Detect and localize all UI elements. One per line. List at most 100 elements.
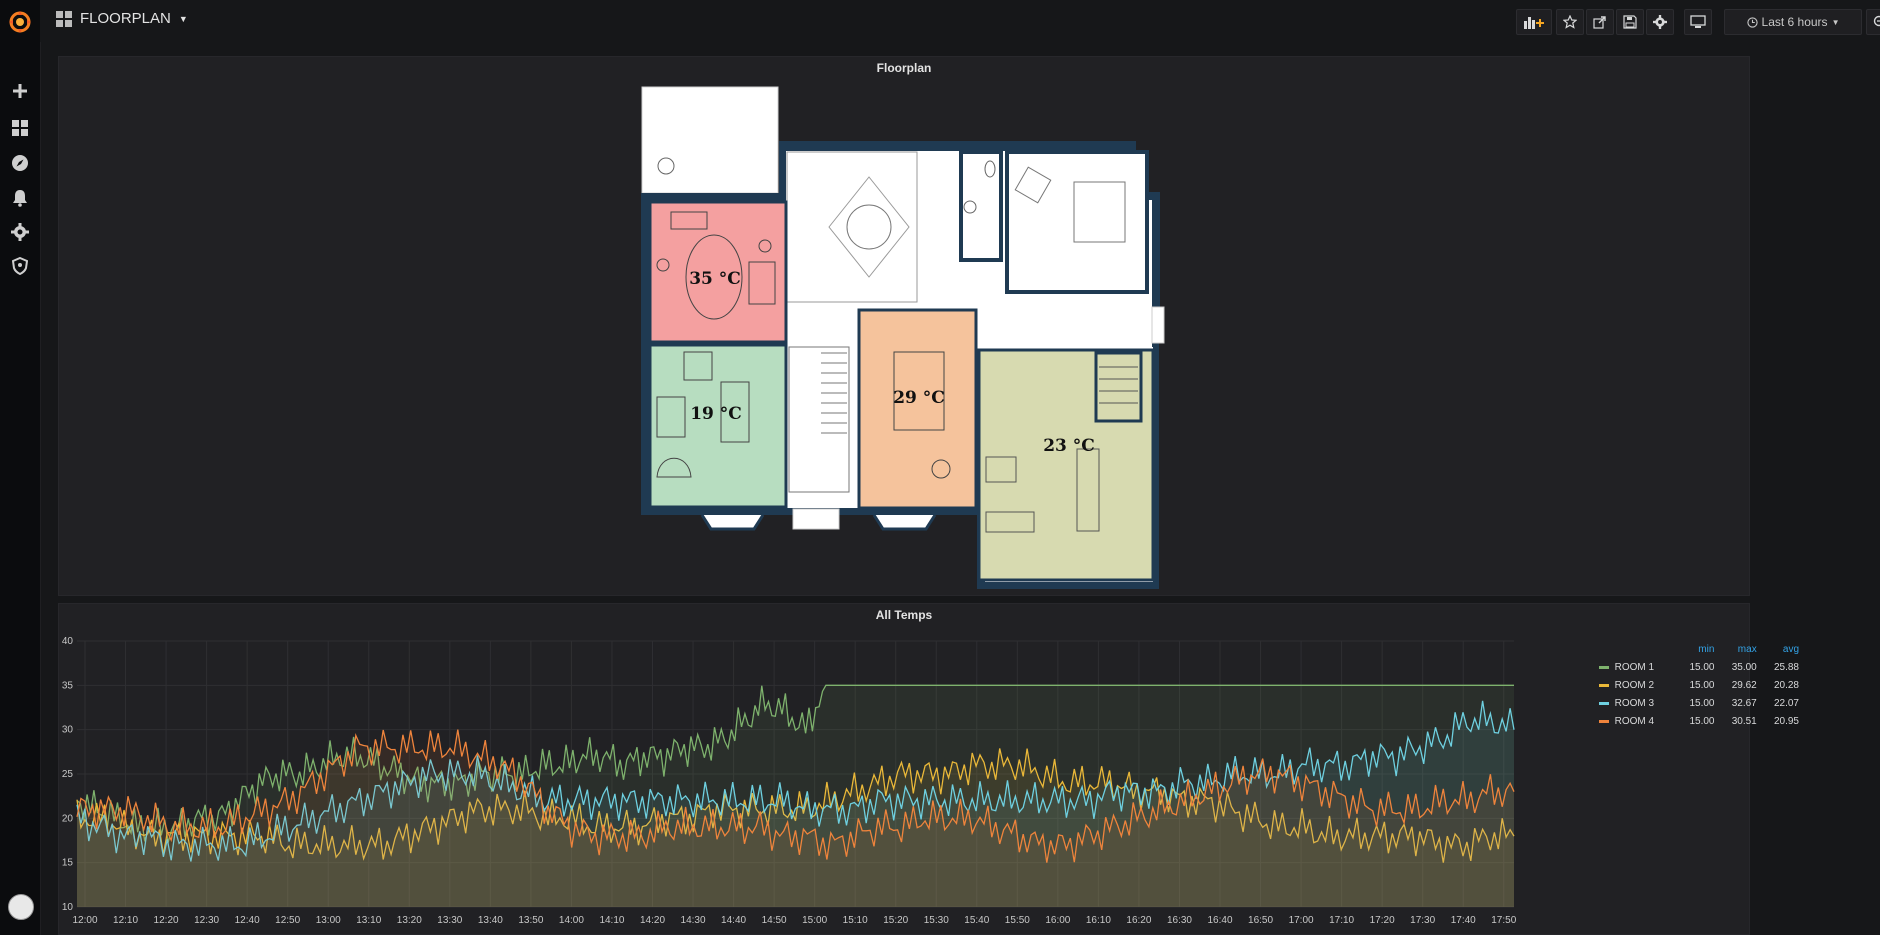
- x-tick-label: 17:30: [1410, 915, 1435, 926]
- time-range-picker[interactable]: Last 6 hours ▼: [1724, 9, 1862, 35]
- sidebar: [0, 0, 41, 935]
- legend-series-name: ROOM 3: [1614, 697, 1655, 709]
- dashboard-picker[interactable]: FLOORPLAN ▼: [56, 10, 188, 27]
- legend-avg: 22.07: [1773, 697, 1799, 709]
- add-panel-icon: [1524, 17, 1544, 29]
- time-range-label: Last 6 hours: [1761, 15, 1828, 29]
- plus-icon[interactable]: [8, 79, 32, 103]
- x-tick-label: 16:00: [1045, 915, 1070, 926]
- share-button[interactable]: [1586, 9, 1614, 35]
- settings-button[interactable]: [1646, 9, 1674, 35]
- y-tick-label: 40: [62, 636, 74, 647]
- legend-item[interactable]: ROOM 3 15.00 32.67 22.07: [1599, 694, 1799, 712]
- dashboards-icon[interactable]: [8, 116, 32, 140]
- x-tick-label: 13:30: [437, 915, 462, 926]
- all-temps-panel: All Temps 10 15 20 25 30 35 40 12:00 12:10 12:20 1…: [58, 603, 1799, 935]
- gear-icon: [1653, 15, 1667, 29]
- legend-item[interactable]: ROOM 4 15.00 30.51 20.95: [1599, 712, 1799, 730]
- star-button[interactable]: [1556, 9, 1584, 35]
- room-3-temp: 29 °C: [893, 388, 945, 408]
- legend-min: 15.00: [1689, 715, 1715, 727]
- caret-down-icon: ▼: [1831, 17, 1840, 27]
- shield-icon[interactable]: [8, 254, 32, 278]
- legend-max: 30.51: [1731, 715, 1757, 727]
- chart-legend: min max avg ROOM 1 15.00 35.00 25.88 ROO…: [1599, 644, 1799, 730]
- x-tick-label: 14:40: [721, 915, 746, 926]
- y-tick-label: 30: [62, 725, 74, 736]
- x-tick-label: 14:30: [681, 915, 706, 926]
- legend-max: 35.00: [1731, 661, 1757, 673]
- top-navbar: FLOORPLAN ▼ Last 6 hours ▼: [40, 0, 1880, 42]
- legend-max: 29.62: [1731, 679, 1757, 691]
- x-tick-label: 14:20: [640, 915, 665, 926]
- caret-down-icon: ▼: [178, 13, 188, 24]
- x-tick-label: 15:30: [924, 915, 949, 926]
- gear-icon[interactable]: [8, 220, 32, 244]
- x-tick-label: 14:50: [762, 915, 787, 926]
- x-tick-label: 15:00: [802, 915, 827, 926]
- x-tick-label: 17:20: [1370, 915, 1395, 926]
- room-1-temp: 35 °C: [689, 269, 741, 289]
- x-tick-label: 16:40: [1207, 915, 1232, 926]
- legend-swatch: [1599, 719, 1609, 723]
- legend-series-name: ROOM 2: [1614, 679, 1655, 691]
- x-tick-label: 16:50: [1248, 915, 1273, 926]
- floorplan-panel: Floorplan 35 °C 19 °C 29 °C 23 °C: [58, 56, 1750, 596]
- x-tick-label: 12:50: [275, 915, 300, 926]
- add-panel-button[interactable]: [1516, 9, 1552, 35]
- x-tick-label: 16:30: [1167, 915, 1192, 926]
- avatar[interactable]: [8, 894, 34, 920]
- grafana-logo-icon[interactable]: [7, 9, 33, 35]
- y-tick-label: 25: [62, 769, 74, 780]
- compass-icon[interactable]: [8, 151, 32, 175]
- dashboards-icon: [56, 10, 72, 27]
- x-tick-label: 14:00: [559, 915, 584, 926]
- x-tick-label: 15:10: [843, 915, 868, 926]
- legend-item[interactable]: ROOM 1 15.00 35.00 25.88: [1599, 658, 1799, 676]
- legend-avg-header[interactable]: avg: [1757, 644, 1799, 658]
- legend-avg: 25.88: [1773, 661, 1799, 673]
- bell-icon[interactable]: [8, 186, 32, 210]
- legend-avg: 20.95: [1773, 715, 1799, 727]
- legend-avg: 20.28: [1773, 679, 1799, 691]
- x-tick-label: 13:10: [356, 915, 381, 926]
- zoom-out-icon: [1873, 15, 1880, 27]
- legend-min: 15.00: [1689, 679, 1715, 691]
- x-tick-label: 13:00: [316, 915, 341, 926]
- legend-series-name: ROOM 1: [1614, 661, 1655, 673]
- legend-header: min max avg: [1599, 644, 1799, 658]
- x-tick-label: 17:50: [1491, 915, 1516, 926]
- x-tick-label: 13:20: [397, 915, 422, 926]
- x-tick-label: 15:50: [1005, 915, 1030, 926]
- legend-item[interactable]: ROOM 2 15.00 29.62 20.28: [1599, 676, 1799, 694]
- zoom-out-button[interactable]: [1866, 9, 1880, 35]
- x-tick-label: 12:20: [154, 915, 179, 926]
- x-tick-label: 15:40: [964, 915, 989, 926]
- star-icon: [1563, 15, 1577, 29]
- floorplan-image: 35 °C 19 °C 29 °C 23 °C: [641, 86, 1165, 589]
- temperature-chart[interactable]: 10 15 20 25 30 35 40 12:00 12:10 12:20 12:30 12:40 1…: [59, 604, 1749, 934]
- x-tick-label: 12:40: [235, 915, 260, 926]
- x-tick-label: 16:20: [1126, 915, 1151, 926]
- legend-series-name: ROOM 4: [1614, 715, 1655, 727]
- x-tick-label: 13:50: [518, 915, 543, 926]
- share-icon: [1593, 16, 1606, 29]
- y-tick-label: 10: [62, 902, 74, 913]
- x-tick-label: 12:10: [113, 915, 138, 926]
- room-3-fill: [857, 308, 978, 510]
- x-tick-label: 17:40: [1451, 915, 1476, 926]
- room-4-temp: 23 °C: [1043, 436, 1095, 456]
- x-tick-label: 17:10: [1329, 915, 1354, 926]
- legend-min-header[interactable]: min: [1672, 644, 1714, 658]
- legend-min: 15.00: [1689, 661, 1715, 673]
- x-tick-label: 16:10: [1086, 915, 1111, 926]
- tv-mode-button[interactable]: [1684, 9, 1712, 35]
- legend-max-header[interactable]: max: [1714, 644, 1757, 658]
- room-2-temp: 19 °C: [690, 404, 742, 424]
- x-tick-label: 14:10: [599, 915, 624, 926]
- legend-swatch: [1599, 701, 1609, 705]
- save-button[interactable]: [1616, 9, 1644, 35]
- room-2-fill: [648, 343, 788, 509]
- legend-max: 32.67: [1731, 697, 1757, 709]
- x-tick-label: 12:30: [194, 915, 219, 926]
